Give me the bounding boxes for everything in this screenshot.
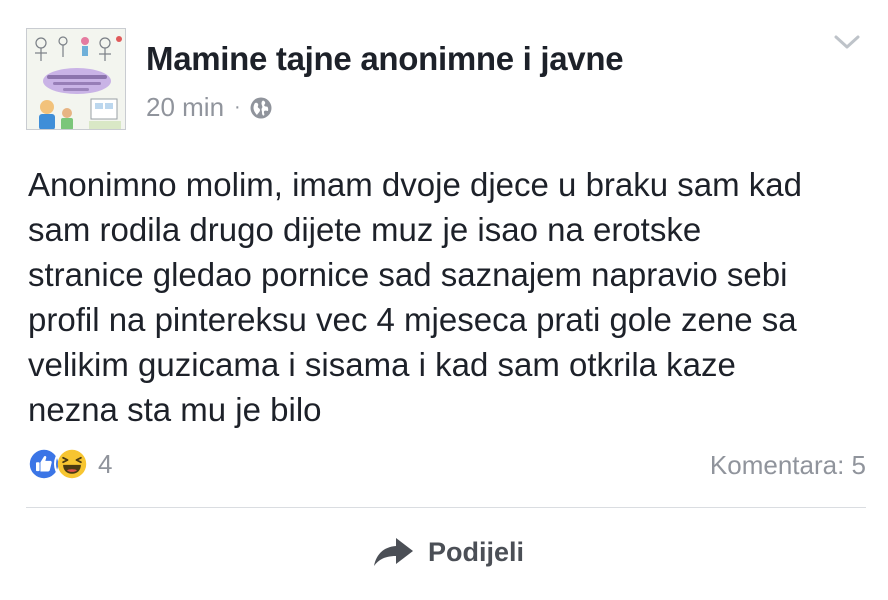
divider [26,507,866,508]
post-text-line: stranice gledao pornice sad saznajem nap… [28,256,788,293]
avatar-illustration-icon [27,29,125,129]
post-text-line: profil na pintereksu vec 4 mjeseca prati… [28,301,797,338]
globe-icon [249,96,273,120]
haha-icon [54,446,90,482]
facebook-post-card: Mamine tajne anonimne i javne 20 min · A… [0,0,888,600]
meta-separator: · [234,96,241,118]
post-meta: 20 min · [146,92,273,123]
share-button[interactable]: Podijeli [372,536,524,568]
comments-count-link[interactable]: Komentara: 5 [710,450,866,481]
post-text-line: Anonimno molim, imam dvoje djece u braku… [28,166,803,203]
page-avatar[interactable] [26,28,126,130]
post-timestamp[interactable]: 20 min [146,92,224,123]
share-label: Podijeli [428,536,525,567]
page-name-link[interactable]: Mamine tajne anonimne i javne [146,40,624,78]
chevron-down-icon[interactable] [832,30,862,54]
reaction-count: 4 [98,448,113,479]
reactions-summary[interactable]: 4 [26,446,113,482]
post-text-line: nezna sta mu je bilo [28,391,322,428]
post-body: Anonimno molim, imam dvoje djece u braku… [28,162,868,432]
post-text-line: velikim guzicama i sisama i kad sam otkr… [28,346,736,383]
share-arrow-icon [374,538,413,566]
post-text-line: sam rodila drugo dijete muz je isao na e… [28,211,702,248]
